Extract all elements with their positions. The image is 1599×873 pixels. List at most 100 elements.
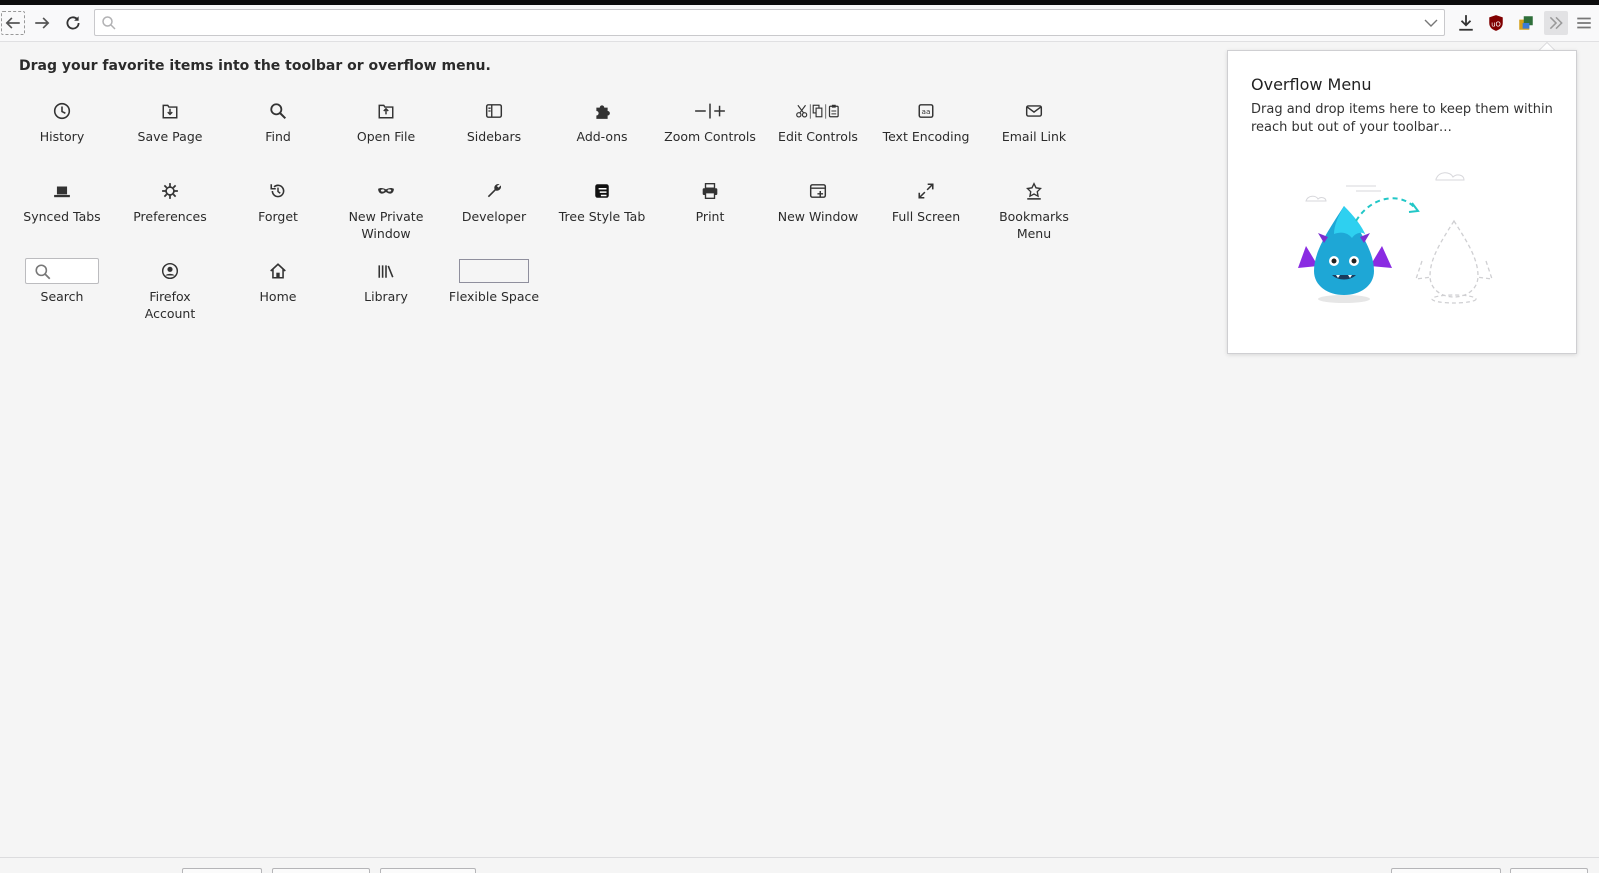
palette-item-label: Find	[265, 129, 291, 144]
forget-icon	[270, 184, 285, 198]
overflow-menu-panel[interactable]: Overflow Menu Drag and drop items here t…	[1227, 50, 1577, 354]
palette-item-preferences[interactable]: Preferences	[116, 178, 224, 248]
palette-item-flexible-space[interactable]: Flexible Space	[440, 258, 548, 328]
search-box-preview	[25, 258, 99, 284]
palette-item-label: Library	[364, 289, 408, 304]
forward-icon	[35, 17, 50, 29]
palette-item-label: New Window	[777, 209, 859, 224]
printer-icon	[702, 183, 718, 199]
palette-item-label: Search	[40, 289, 84, 304]
palette-item-label: History	[39, 129, 85, 144]
url-input[interactable]	[121, 12, 1411, 33]
palette-item-label: Developer	[461, 209, 527, 224]
palette-item-bookmarks-menu[interactable]: Bookmarks Menu	[980, 178, 1088, 248]
sidebar-icon	[485, 104, 503, 118]
downloads-button[interactable]	[1454, 11, 1478, 35]
palette-item-tree-style-tab[interactable]: Tree Style Tab	[548, 178, 656, 248]
palette-item-label: Synced Tabs	[23, 209, 101, 224]
forward-button[interactable]	[30, 11, 54, 35]
palette-item-save-page[interactable]: Save Page	[116, 98, 224, 168]
cut-copy-paste-icon	[796, 104, 839, 119]
svg-text:aa: aa	[922, 107, 931, 116]
tree-style-tab-icon	[595, 184, 609, 198]
nav-toolbar: uO	[0, 5, 1599, 42]
palette-item-label: Open File	[356, 129, 416, 144]
palette-item-label: Sidebars	[466, 129, 522, 144]
palette-item-add-ons[interactable]: Add-ons	[548, 98, 656, 168]
main-menu-button[interactable]	[1572, 11, 1596, 35]
customize-footer	[0, 857, 1599, 873]
footer-button[interactable]	[272, 868, 370, 873]
palette-item-home[interactable]: Home	[224, 258, 332, 328]
svg-text:uO: uO	[1491, 20, 1501, 28]
palette-item-label: Save Page	[137, 129, 203, 144]
puzzle-icon	[596, 105, 610, 119]
clock-icon	[53, 102, 71, 120]
palette-item-new-private-window[interactable]: New Private Window	[332, 178, 440, 248]
palette-item-label: Text Encoding	[882, 129, 970, 144]
laptop-icon	[54, 186, 70, 198]
palette-item-developer[interactable]: Developer	[440, 178, 548, 248]
overflow-panel-description: Drag and drop items here to keep them wi…	[1251, 102, 1553, 135]
palette-item-text-encoding[interactable]: aa Text Encoding	[872, 98, 980, 168]
palette-item-label: Print	[695, 209, 725, 224]
palette-item-label: Bookmarks Menu	[999, 209, 1069, 241]
overflow-panel-title: Overflow Menu	[1251, 75, 1372, 94]
palette-item-label: Zoom Controls	[664, 129, 756, 144]
palette-item-label: Email Link	[1001, 129, 1067, 144]
palette-item-label: Forget	[258, 209, 298, 224]
account-icon	[161, 262, 179, 280]
palette-item-synced-tabs[interactable]: Synced Tabs	[8, 178, 116, 248]
palette-item-firefox-account[interactable]: Firefox Account	[116, 258, 224, 328]
palette-item-new-window[interactable]: New Window	[764, 178, 872, 248]
search-icon	[270, 103, 287, 120]
reload-icon	[66, 16, 80, 30]
open-file-icon	[378, 104, 394, 119]
ublock-button[interactable]: uO	[1484, 11, 1508, 35]
overflow-button[interactable]	[1544, 11, 1568, 35]
mask-icon	[378, 187, 394, 194]
palette-item-zoom-controls[interactable]: Zoom Controls	[656, 98, 764, 168]
footer-button[interactable]	[380, 868, 476, 873]
palette-item-label: Preferences	[133, 209, 207, 224]
search-icon	[35, 264, 51, 280]
palette-item-label: New Private Window	[348, 209, 424, 241]
palette-item-full-screen[interactable]: Full Screen	[872, 178, 980, 248]
palette-item-open-file[interactable]: Open File	[332, 98, 440, 168]
palette-item-email-link[interactable]: Email Link	[980, 98, 1088, 168]
text-encoding-icon: aa	[918, 104, 934, 118]
new-window-icon	[809, 184, 827, 198]
palette-item-edit-controls[interactable]: Edit Controls	[764, 98, 872, 168]
search-icon	[102, 16, 116, 30]
extension-button[interactable]	[1514, 11, 1538, 35]
home-icon	[270, 263, 286, 279]
gear-icon	[162, 183, 178, 199]
palette-item-sidebars[interactable]: Sidebars	[440, 98, 548, 168]
palette-item-forget[interactable]: Forget	[224, 178, 332, 248]
chevron-down-icon[interactable]	[1424, 17, 1438, 29]
palette-item-history[interactable]: History	[8, 98, 116, 168]
customize-instructions: Drag your favorite items into the toolba…	[19, 58, 491, 74]
dragon-illustration-icon	[1298, 172, 1493, 304]
fullscreen-icon	[918, 183, 934, 199]
palette-item-search[interactable]: Search	[8, 258, 116, 328]
url-bar[interactable]	[94, 9, 1445, 36]
palette-item-label: Tree Style Tab	[558, 209, 646, 224]
zoom-icon	[695, 103, 725, 119]
back-button[interactable]	[1, 11, 25, 35]
overflow-chevron-icon	[1549, 16, 1563, 30]
save-page-icon	[162, 104, 178, 119]
footer-button[interactable]	[1510, 868, 1588, 873]
palette-item-print[interactable]: Print	[656, 178, 764, 248]
hamburger-menu-icon	[1577, 17, 1591, 29]
footer-button[interactable]	[182, 868, 262, 873]
flexible-space-preview	[459, 259, 529, 283]
palette-item-library[interactable]: Library	[332, 258, 440, 328]
bookmark-star-icon	[1026, 182, 1042, 200]
footer-button[interactable]	[1391, 868, 1501, 873]
reload-button[interactable]	[61, 11, 85, 35]
palette-item-label: Full Screen	[891, 209, 961, 224]
download-icon	[1459, 15, 1473, 31]
palette-item-find[interactable]: Find	[224, 98, 332, 168]
ublock-icon: uO	[1489, 15, 1503, 31]
